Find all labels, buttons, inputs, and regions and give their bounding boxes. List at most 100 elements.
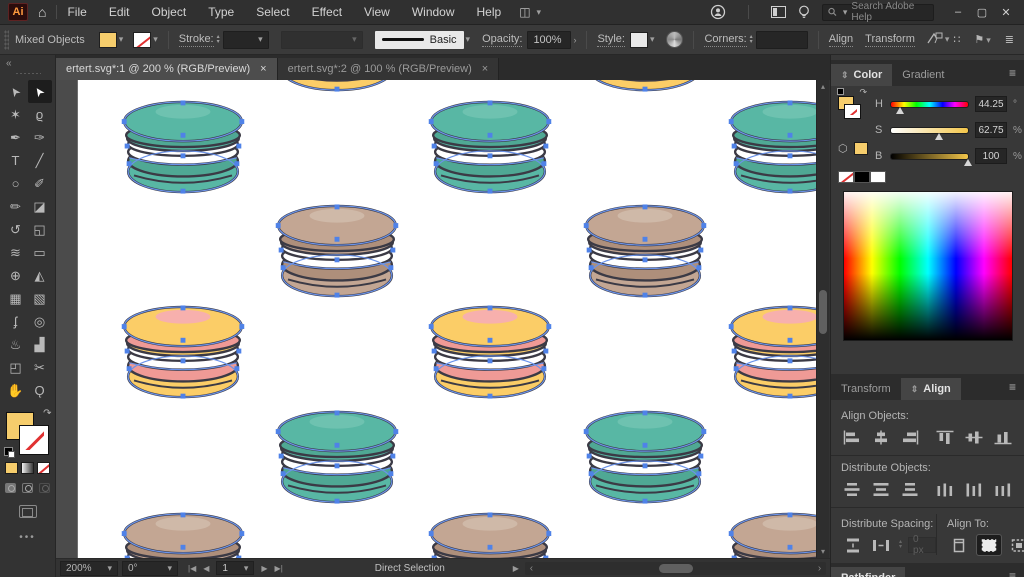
menu-file[interactable]: File xyxy=(67,5,86,19)
slider-value-input[interactable]: 100 xyxy=(975,148,1007,164)
selection-tool[interactable]: ➤ xyxy=(4,80,28,103)
artboard-tool[interactable]: ◰ xyxy=(4,356,28,379)
vertical-distribute-space-button[interactable] xyxy=(841,535,865,555)
vertical-align-bottom-button[interactable] xyxy=(991,427,1014,447)
hand-tool[interactable]: ✋ xyxy=(4,379,28,402)
macaron-teal[interactable] xyxy=(715,99,816,202)
panel-menu-icon[interactable]: ≡ xyxy=(1009,569,1016,577)
brightness-slider-track[interactable] xyxy=(890,152,972,166)
close-button[interactable]: ✕ xyxy=(994,1,1018,23)
macaron-yellow[interactable] xyxy=(108,304,258,407)
blend-tool[interactable]: ◎ xyxy=(28,310,52,333)
none-swatch[interactable] xyxy=(838,171,854,183)
previous-artboard-icon[interactable]: ◀ xyxy=(203,564,209,573)
horizontal-distribute-left-button[interactable] xyxy=(933,479,956,499)
scroll-left-icon[interactable]: ‹ xyxy=(525,562,538,575)
edit-toolbar-icon[interactable]: ••• xyxy=(0,532,55,543)
graph-tool[interactable]: ▟ xyxy=(28,333,52,356)
document-tab-1[interactable]: ertert.svg*:1 @ 200 % (RGB/Preview) × xyxy=(56,58,278,80)
curvature-tool[interactable]: ✑ xyxy=(28,126,52,149)
rotation-select[interactable]: 0° ▾ xyxy=(122,560,178,576)
drag-grip[interactable] xyxy=(4,29,9,50)
macaron-yellow[interactable] xyxy=(262,80,412,100)
menu-object[interactable]: Object xyxy=(152,5,187,19)
line-segment-tool[interactable]: ╱ xyxy=(28,149,52,172)
eraser-tool[interactable]: ◪ xyxy=(28,195,52,218)
vertical-distribute-bottom-button[interactable] xyxy=(899,479,922,499)
stroke-weight-select[interactable]: ▾ xyxy=(222,30,269,49)
horizontal-scroll-track[interactable] xyxy=(538,562,813,575)
align-link[interactable]: Align xyxy=(828,33,854,47)
canvas[interactable] xyxy=(56,80,816,558)
slider-value-input[interactable]: 44.25 xyxy=(975,96,1007,112)
vertical-distribute-top-button[interactable] xyxy=(841,479,864,499)
scroll-down-icon[interactable]: ▾ xyxy=(817,545,829,558)
vertical-scroll-thumb[interactable] xyxy=(819,290,827,334)
default-colors-icon[interactable] xyxy=(837,88,844,95)
pen-tool[interactable]: ✒ xyxy=(4,126,28,149)
gradient-tool[interactable]: ▧ xyxy=(28,287,52,310)
corners-stepper[interactable]: ▴ ▾ xyxy=(750,34,753,45)
horizontal-distribute-center-button[interactable] xyxy=(962,479,985,499)
symbol-sprayer-tool[interactable]: ♨ xyxy=(4,333,28,356)
menu-type[interactable]: Type xyxy=(208,5,234,19)
macaron-yellow[interactable] xyxy=(415,304,565,407)
pencil-tool[interactable]: ✏ xyxy=(4,195,28,218)
collapse-panel-icon[interactable]: ⇕ xyxy=(841,70,849,81)
slider-thumb[interactable] xyxy=(896,106,905,114)
scale-tool[interactable]: ◱ xyxy=(28,218,52,241)
vertical-scrollbar[interactable]: ▴ ▾ xyxy=(816,80,829,558)
select-similar-icon[interactable] xyxy=(927,32,943,48)
hue-slider-track[interactable] xyxy=(890,100,969,114)
chevron-down-icon[interactable]: ▾ xyxy=(153,34,158,45)
tab-pathfinder[interactable]: Pathfinder xyxy=(831,567,906,577)
horizontal-scroll-thumb[interactable] xyxy=(658,563,693,573)
chevron-down-icon[interactable]: ▾ xyxy=(466,34,471,45)
free-transform-tool[interactable]: ▭ xyxy=(28,241,52,264)
flag-icon[interactable]: ⚑ ▾ xyxy=(974,33,990,46)
style-swatch[interactable] xyxy=(629,31,648,48)
menu-help[interactable]: Help xyxy=(477,5,502,19)
change-screen-mode-icon[interactable] xyxy=(18,505,37,518)
macaron-teal[interactable] xyxy=(108,99,258,202)
white-swatch[interactable] xyxy=(870,171,886,183)
paintbrush-tool[interactable]: ✐ xyxy=(28,172,52,195)
mesh-tool[interactable]: ▦ xyxy=(4,287,28,310)
slider-thumb[interactable] xyxy=(935,132,944,140)
macaron-teal[interactable] xyxy=(415,99,565,202)
horizontal-align-center-button[interactable] xyxy=(870,427,893,447)
corners-label[interactable]: Corners: xyxy=(704,33,747,47)
vertical-distribute-center-button[interactable] xyxy=(870,479,893,499)
next-artboard-icon[interactable]: ▶ xyxy=(261,564,267,573)
home-icon[interactable]: ⌂ xyxy=(38,4,46,20)
macaron-brown[interactable] xyxy=(715,511,816,558)
type-tool[interactable]: T xyxy=(4,149,28,172)
saturation-slider-track[interactable] xyxy=(890,126,969,140)
tab-transform[interactable]: Transform xyxy=(831,378,901,400)
recolor-artwork-icon[interactable] xyxy=(666,31,684,48)
close-tab-icon[interactable]: × xyxy=(482,63,488,75)
chevron-down-icon[interactable]: ▾ xyxy=(650,34,655,45)
tab-align[interactable]: ⇕ Align xyxy=(900,378,961,400)
horizontal-align-right-button[interactable] xyxy=(899,427,922,447)
zoom-tool[interactable]: Ǫ xyxy=(28,379,52,402)
lasso-tool[interactable]: ϱ xyxy=(28,103,52,126)
panel-menu-icon[interactable]: ≡ xyxy=(1009,66,1016,80)
scroll-right-icon[interactable]: › xyxy=(813,562,826,575)
macaron-brown[interactable] xyxy=(415,511,565,558)
menu-window[interactable]: Window xyxy=(412,5,455,19)
horizontal-align-left-button[interactable] xyxy=(841,427,864,447)
macaron-brown[interactable] xyxy=(262,203,412,306)
menu-effect[interactable]: Effect xyxy=(312,5,342,19)
align-to-artboard-button[interactable] xyxy=(947,535,971,555)
status-flyout-icon[interactable]: ▶ xyxy=(513,564,519,573)
rotate-tool[interactable]: ↺ xyxy=(4,218,28,241)
zoom-level-select[interactable]: 200% ▾ xyxy=(60,560,118,576)
width-tool[interactable]: ≋ xyxy=(4,241,28,264)
panel-menu-icon[interactable]: ≣ xyxy=(1005,33,1014,46)
chevron-down-icon[interactable]: ▾ xyxy=(119,34,124,45)
perspective-grid-tool[interactable]: ◭ xyxy=(28,264,52,287)
tab-color[interactable]: ⇕ Color xyxy=(831,64,893,86)
slice-tool[interactable]: ✂ xyxy=(28,356,52,379)
opacity-flyout-icon[interactable]: › xyxy=(573,35,576,45)
